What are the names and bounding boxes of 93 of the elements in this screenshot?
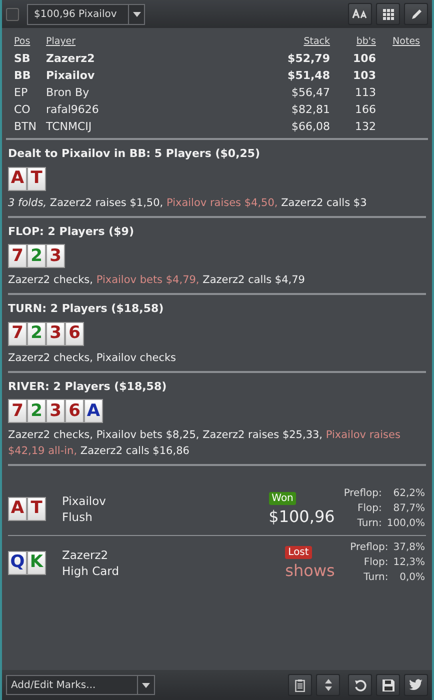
playing-card: 3 xyxy=(46,399,65,423)
bird-icon xyxy=(409,679,423,691)
playing-card: 7 xyxy=(8,244,27,268)
playing-card: K xyxy=(27,550,46,574)
table-cell: rafal9626 xyxy=(46,103,99,116)
table-cell: EP xyxy=(14,86,28,99)
equity-value: 37,8% xyxy=(393,542,425,553)
hand-select[interactable]: $100,96 Pixailov xyxy=(27,4,145,24)
column-header[interactable]: Player xyxy=(46,36,76,47)
street-title: FLOP: 2 Players ($9) xyxy=(8,224,135,240)
grid-button[interactable] xyxy=(376,3,400,25)
result-amount: shows xyxy=(285,560,336,581)
equity-label: Flop: xyxy=(357,503,382,514)
refresh-button[interactable] xyxy=(348,674,372,696)
table-cell: 103 xyxy=(353,69,376,82)
equity-label: Turn: xyxy=(357,518,382,529)
playing-card: A xyxy=(8,166,27,190)
table-cell: SB xyxy=(14,52,30,65)
playing-card: T xyxy=(27,166,46,190)
sort-arrows-icon xyxy=(324,679,332,691)
refresh-icon xyxy=(354,678,366,692)
pencil-button[interactable] xyxy=(404,3,428,25)
playing-card: A xyxy=(84,399,103,423)
playing-card: 3 xyxy=(46,244,65,268)
table-cell: $52,79 xyxy=(288,52,330,65)
table-cell: Pixailov xyxy=(46,69,95,82)
playing-card: Q xyxy=(8,550,27,574)
clipboard-button[interactable] xyxy=(288,674,312,696)
font-size-icon xyxy=(352,9,368,19)
equity-value: 0,0% xyxy=(400,572,425,583)
playing-card: A xyxy=(8,496,27,520)
action-summary: Zazerz2 checks, Pixailov bets $8,25, Zazerz2 raises $25,33, Pixailov raises $42,19 all-in, Zazerz2 calls $16,86 xyxy=(8,428,402,459)
playing-card: 3 xyxy=(46,322,65,346)
table-cell: $51,48 xyxy=(288,69,330,82)
equity-value: 62,2% xyxy=(393,488,425,499)
street-title: TURN: 2 Players ($18,58) xyxy=(8,301,165,317)
player-name: Zazerz2 xyxy=(62,546,110,562)
action-summary: Zazerz2 checks, Pixailov checks xyxy=(8,350,178,366)
equity-value: 12,3% xyxy=(393,557,425,568)
street-title: Dealt to Pixailov in BB: 5 Players ($0,25) xyxy=(8,146,262,162)
table-cell: $56,47 xyxy=(292,86,330,99)
equity-label: Turn: xyxy=(364,572,388,583)
table-cell: $82,81 xyxy=(292,103,330,116)
action-summary: Zazerz2 checks, Pixailov bets $4,79, Zazerz2 calls $4,79 xyxy=(8,273,306,288)
column-header[interactable]: Stack xyxy=(304,36,330,47)
font-size-button[interactable] xyxy=(348,3,372,25)
playing-card: T xyxy=(27,496,46,520)
save-icon xyxy=(382,678,394,692)
grid-icon xyxy=(382,8,394,20)
table-cell: TCNMCIJ xyxy=(46,120,92,133)
table-cell: 132 xyxy=(355,120,376,133)
street-title: RIVER: 2 Players ($18,58) xyxy=(8,378,168,394)
bird-button[interactable] xyxy=(404,674,428,696)
sort-arrows-button[interactable] xyxy=(316,674,340,696)
playing-card: 2 xyxy=(27,322,46,346)
hand-rank: High Card xyxy=(62,562,120,578)
column-header[interactable]: Notes xyxy=(392,36,420,47)
clipboard-icon xyxy=(295,678,305,692)
result-badge: Won xyxy=(268,492,296,506)
table-cell: BB xyxy=(14,69,31,82)
dropdown-button[interactable] xyxy=(138,675,155,695)
action-summary: 3 folds, Zazerz2 raises $1,50, Pixailov raises $4,50, Zazerz2 calls $3 xyxy=(8,196,368,210)
marks-field[interactable]: Add/Edit Marks... xyxy=(6,675,138,695)
equity-value: 87,7% xyxy=(393,503,425,514)
player-name: Pixailov xyxy=(62,492,107,508)
result-amount: $100,96 xyxy=(268,506,335,527)
equity-label: Flop: xyxy=(364,557,388,568)
column-header[interactable]: Pos xyxy=(14,36,30,47)
equity-label: Preflop: xyxy=(344,488,382,499)
caret-icon xyxy=(132,12,140,16)
playing-card: 6 xyxy=(65,322,84,346)
playing-card: 2 xyxy=(27,244,46,268)
equity-label: Preflop: xyxy=(350,542,388,553)
table-cell: 113 xyxy=(355,86,376,99)
column-header[interactable]: bb's xyxy=(356,36,376,47)
table-cell: Bron By xyxy=(46,86,90,99)
table-cell: CO xyxy=(14,103,30,116)
result-badge: Lost xyxy=(285,546,312,560)
hand-rank: Flush xyxy=(62,508,94,524)
table-cell: 166 xyxy=(355,103,376,116)
table-cell: Zazerz2 xyxy=(46,52,95,65)
playing-card: 6 xyxy=(65,399,84,423)
table-cell: $66,08 xyxy=(292,120,330,133)
caret-icon xyxy=(142,682,150,688)
table-cell: 106 xyxy=(353,52,376,65)
checkbox[interactable] xyxy=(6,8,19,20)
pencil-icon xyxy=(410,8,422,20)
playing-card: 7 xyxy=(8,399,27,423)
playing-card: 2 xyxy=(27,399,46,423)
table-cell: BTN xyxy=(14,120,36,133)
save-button[interactable] xyxy=(376,674,400,696)
playing-card: 7 xyxy=(8,322,27,346)
equity-value: 100,0% xyxy=(386,518,425,529)
